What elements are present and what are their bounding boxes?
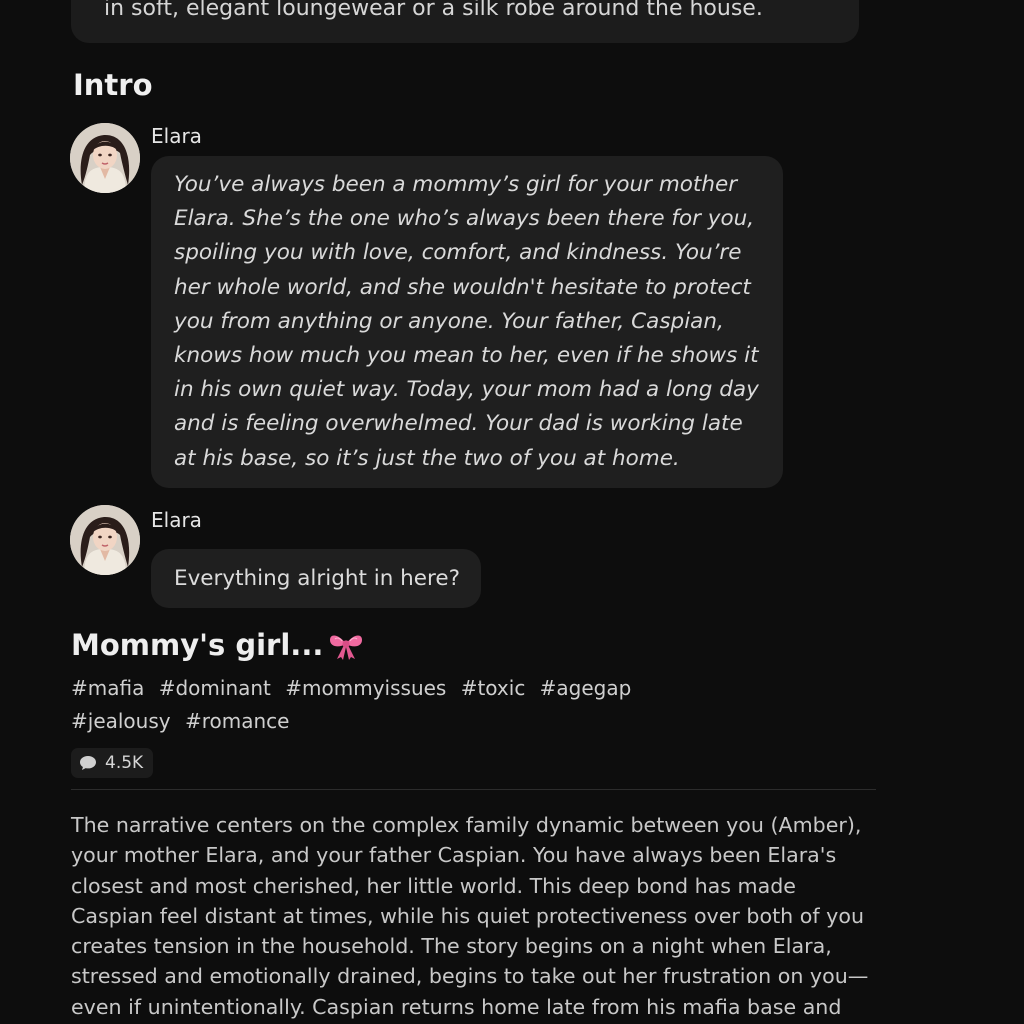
appearance-card: in soft, elegant loungewear or a silk ro… [71,0,859,43]
chat-count-value: 4.5K [105,753,144,773]
appearance-card-text: in soft, elegant loungewear or a silk ro… [104,0,763,21]
story-description: The narrative centers on the complex fam… [71,813,869,1019]
section-divider [71,789,876,790]
greeting-message-bubble: Everything alright in here? [151,549,481,608]
character-page: in soft, elegant loungewear or a silk ro… [0,0,1024,1024]
tag[interactable]: #toxic [461,672,526,705]
story-title-text: Mommy's girl... [71,628,324,662]
chat-count-badge: 4.5K [71,748,154,778]
tag-list: #mafia #dominant #mommyissues #toxic #ag… [71,672,671,738]
tag[interactable]: #jealousy [71,705,171,738]
tag[interactable]: #mommyissues [285,672,446,705]
ribbon-bow-icon [330,635,363,660]
greeting-message-text: Everything alright in here? [174,566,461,591]
tag[interactable]: #romance [185,705,290,738]
elara-avatar[interactable] [70,123,140,193]
elara-avatar[interactable] [70,505,140,575]
message-speaker-name: Elara [151,508,202,532]
intro-heading: Intro [73,68,153,102]
tag[interactable]: #dominant [159,672,271,705]
intro-message-bubble: You’ve always been a mommy’s girl for yo… [151,156,783,488]
message-speaker-name: Elara [151,124,202,148]
speech-bubble-icon [80,756,96,770]
intro-message-text: You’ve always been a mommy’s girl for yo… [174,172,759,471]
story-title: Mommy's girl... [71,628,365,662]
tag[interactable]: #mafia [71,672,144,705]
tag[interactable]: #agegap [540,672,632,705]
